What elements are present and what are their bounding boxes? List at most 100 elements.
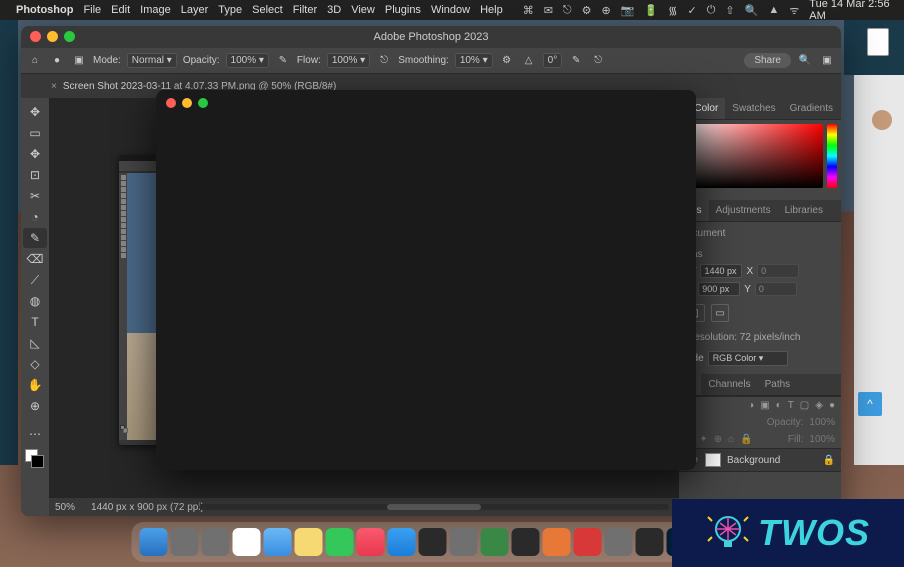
status-icon[interactable]: ▲: [768, 4, 779, 16]
airbrush-icon[interactable]: ⎋: [376, 53, 392, 69]
menu-select[interactable]: Select: [252, 4, 283, 16]
dock-terminal-icon[interactable]: [419, 528, 447, 556]
selection-tool-icon[interactable]: ⊡: [23, 165, 47, 185]
dock-app-icon[interactable]: [481, 528, 509, 556]
tab-paths[interactable]: Paths: [758, 374, 798, 395]
menu-help[interactable]: Help: [480, 4, 503, 16]
close-tab-icon[interactable]: ×: [51, 81, 57, 92]
shape-tool-icon[interactable]: ◇: [23, 354, 47, 374]
colormode-select[interactable]: RGB Color ▾: [708, 351, 788, 366]
menu-3d[interactable]: 3D: [327, 4, 341, 16]
tab-libraries[interactable]: Libraries: [778, 200, 830, 221]
menu-image[interactable]: Image: [140, 4, 171, 16]
maximize-icon[interactable]: [198, 98, 208, 108]
width-input[interactable]: 1440 px: [700, 264, 742, 278]
layer-opacity-value[interactable]: 100%: [809, 417, 835, 428]
tab-gradients[interactable]: Gradients: [783, 98, 840, 119]
opacity-input[interactable]: 100% ▾: [226, 53, 269, 68]
eraser-tool-icon[interactable]: ⌫: [23, 249, 47, 269]
hand-tool-icon[interactable]: ✋: [23, 375, 47, 395]
dock-app-icon[interactable]: [636, 528, 664, 556]
pen-tool-icon[interactable]: ◺: [23, 333, 47, 353]
status-icon[interactable]: 🔋: [644, 4, 658, 17]
brush-settings-icon[interactable]: ▣: [71, 53, 87, 69]
status-icon[interactable]: ᯾: [668, 3, 677, 18]
dock-browser-icon[interactable]: [450, 528, 478, 556]
edit-toolbar-icon[interactable]: ⋯: [23, 424, 47, 444]
status-icon[interactable]: ⎋: [563, 4, 572, 17]
layer-row[interactable]: 👁 Background 🔒: [679, 448, 841, 472]
flow-input[interactable]: 100% ▾: [327, 53, 370, 68]
menubar-clock[interactable]: Tue 14 Mar 2:56 AM: [809, 0, 896, 22]
scrollbar-thumb[interactable]: [387, 504, 481, 510]
type-tool-icon[interactable]: T: [23, 312, 47, 332]
layer-filter-icon[interactable]: ◈: [815, 400, 823, 411]
dock-messages-icon[interactable]: [326, 528, 354, 556]
x-input[interactable]: 0: [757, 264, 799, 278]
menu-layer[interactable]: Layer: [181, 4, 209, 16]
layer-thumbnail[interactable]: [705, 453, 721, 467]
dock-app-icon[interactable]: [512, 528, 540, 556]
layer-filter-icon[interactable]: ▣: [760, 400, 769, 411]
color-swatches-icon[interactable]: [25, 449, 45, 469]
zoom-tool-icon[interactable]: ⊕: [23, 396, 47, 416]
wifi-icon[interactable]: ᯤ: [789, 3, 799, 18]
layer-filter-icon[interactable]: ▢: [800, 400, 809, 411]
tab-channels[interactable]: Channels: [701, 374, 757, 395]
dock-app-icon[interactable]: [574, 528, 602, 556]
status-icon[interactable]: ⊕: [601, 4, 610, 17]
avatar[interactable]: [872, 110, 892, 130]
crop-tool-icon[interactable]: ✂: [23, 186, 47, 206]
smoothing-options-icon[interactable]: ⚙: [499, 53, 515, 69]
status-icon[interactable]: ⚙: [582, 4, 592, 17]
orientation-landscape-icon[interactable]: ▭: [711, 304, 729, 322]
layer-filter-icon[interactable]: ◐: [776, 400, 782, 411]
status-icon[interactable]: 🔍: [745, 4, 759, 17]
menubar-app-name[interactable]: Photoshop: [16, 4, 73, 16]
dock-appstore-icon[interactable]: [388, 528, 416, 556]
search-icon[interactable]: 🔍: [797, 53, 813, 69]
dock-settings-icon[interactable]: [202, 528, 230, 556]
tab-patterns[interactable]: Patterns: [840, 98, 841, 119]
lock-icon[interactable]: ✦: [699, 434, 707, 445]
layer-filter-toggle-icon[interactable]: ●: [829, 400, 835, 411]
layer-fill-value[interactable]: 100%: [809, 434, 835, 445]
menu-window[interactable]: Window: [431, 4, 470, 16]
color-spectrum[interactable]: [683, 124, 823, 188]
dock-mail-icon[interactable]: [264, 528, 292, 556]
mode-select[interactable]: Normal ▾: [127, 53, 177, 68]
menu-edit[interactable]: Edit: [111, 4, 130, 16]
eyedropper-tool-icon[interactable]: ◔: [23, 207, 47, 227]
lock-icon[interactable]: ⌂: [728, 434, 734, 445]
lock-icon[interactable]: 🔒: [740, 434, 752, 445]
tab-swatches[interactable]: Swatches: [725, 98, 782, 119]
menu-type[interactable]: Type: [218, 4, 242, 16]
layer-lock-icon[interactable]: 🔒: [823, 455, 835, 466]
close-icon[interactable]: [30, 31, 41, 42]
brush-tool-icon[interactable]: ✎: [23, 228, 47, 248]
status-icon[interactable]: ⌘: [523, 4, 534, 17]
document-dimensions[interactable]: 1440 px x 900 px (72 ppi): [91, 502, 204, 513]
close-icon[interactable]: [166, 98, 176, 108]
lasso-tool-icon[interactable]: ✥: [23, 144, 47, 164]
photoshop-titlebar[interactable]: Adobe Photoshop 2023: [21, 26, 841, 48]
dock-notes-icon[interactable]: [295, 528, 323, 556]
lock-icon[interactable]: ⊕: [714, 434, 722, 445]
hue-slider[interactable]: [827, 124, 837, 188]
gradient-tool-icon[interactable]: ⟋: [23, 270, 47, 290]
dock-finder-icon[interactable]: [140, 528, 168, 556]
minimize-icon[interactable]: [182, 98, 192, 108]
minimize-icon[interactable]: [47, 31, 58, 42]
dock-screenshot-icon[interactable]: [605, 528, 633, 556]
maximize-icon[interactable]: [64, 31, 75, 42]
status-icon[interactable]: ⏻: [707, 4, 716, 17]
dock-calendar-icon[interactable]: [233, 528, 261, 556]
scroll-to-top-button[interactable]: ^: [858, 392, 882, 416]
brush-preset-icon[interactable]: ●: [49, 53, 65, 69]
layer-filter-icon[interactable]: ◑: [748, 400, 754, 411]
dock-app-icon[interactable]: [543, 528, 571, 556]
menu-file[interactable]: File: [83, 4, 101, 16]
height-input[interactable]: 900 px: [698, 282, 740, 296]
symmetry-icon[interactable]: ⎋: [590, 53, 606, 69]
menu-view[interactable]: View: [351, 4, 375, 16]
